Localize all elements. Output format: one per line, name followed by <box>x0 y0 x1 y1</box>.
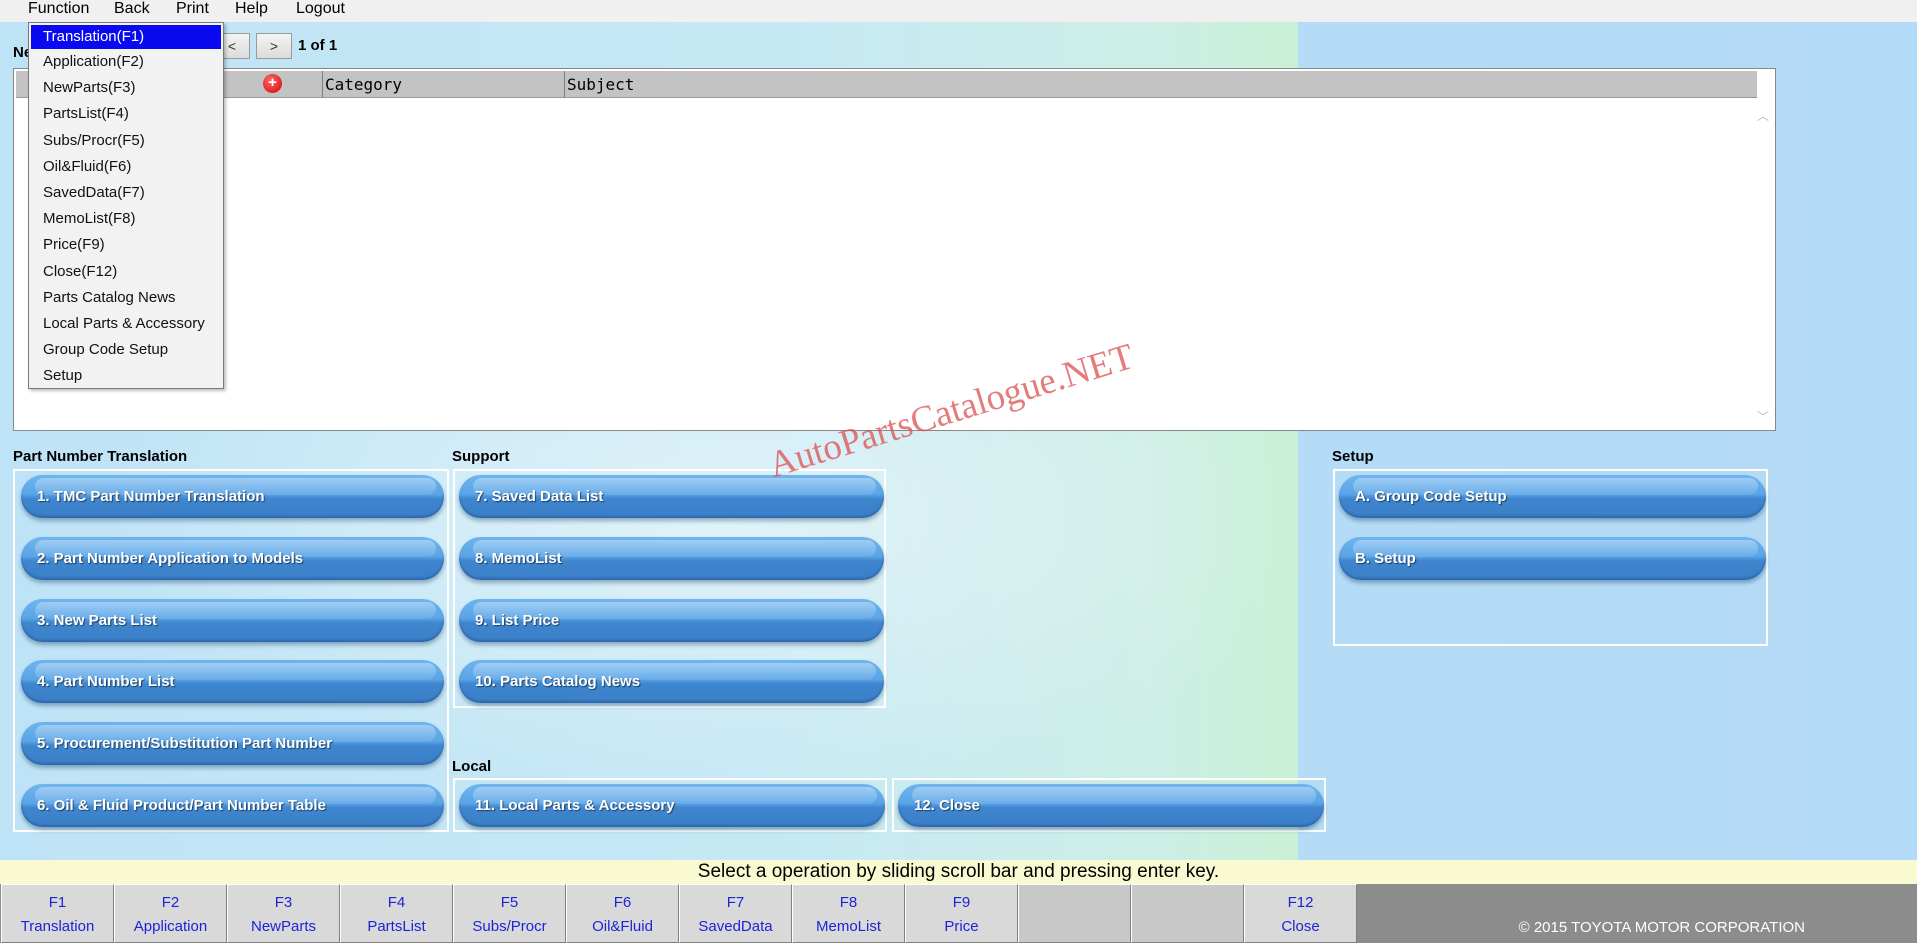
menu-item-local-parts[interactable]: Local Parts & Accessory <box>29 311 223 337</box>
memolist-button[interactable]: 8. MemoList <box>459 537 884 580</box>
fkey-f12[interactable]: F12 Close <box>1244 884 1357 943</box>
section-label-setup: Setup <box>1332 448 1374 465</box>
menu-item-group-code-setup[interactable]: Group Code Setup <box>29 337 223 363</box>
menu-item-translation[interactable]: Translation(F1) <box>31 25 221 49</box>
next-page-button[interactable]: > <box>256 33 292 59</box>
fkey-f10[interactable] <box>1018 884 1131 943</box>
local-group: 11. Local Parts & Accessory <box>453 778 887 832</box>
menu-back[interactable]: Back <box>114 0 150 22</box>
menu-print[interactable]: Print <box>176 0 209 22</box>
function-menu: Translation(F1) Application(F2) NewParts… <box>28 22 224 389</box>
menu-item-oil-fluid[interactable]: Oil&Fluid(F6) <box>29 154 223 180</box>
menu-function[interactable]: Function <box>28 0 89 22</box>
menu-item-close[interactable]: Close(F12) <box>29 259 223 285</box>
close-button[interactable]: 12. Close <box>898 784 1324 827</box>
menu-item-partslist[interactable]: PartsList(F4) <box>29 101 223 127</box>
menu-item-subs-procr[interactable]: Subs/Procr(F5) <box>29 128 223 154</box>
translation-group: 1. TMC Part Number Translation 2. Part N… <box>13 469 449 832</box>
group-code-setup-button[interactable]: A. Group Code Setup <box>1339 475 1766 518</box>
menu-help[interactable]: Help <box>235 0 268 22</box>
section-label-support: Support <box>452 448 510 465</box>
menu-item-memolist[interactable]: MemoList(F8) <box>29 206 223 232</box>
copyright: © 2015 TOYOTA MOTOR CORPORATION <box>1518 919 1805 936</box>
fkey-f6[interactable]: F6 Oil&Fluid <box>566 884 679 943</box>
oil-fluid-table-button[interactable]: 6. Oil & Fluid Product/Part Number Table <box>21 784 444 827</box>
page-indicator: 1 of 1 <box>298 37 338 54</box>
fkey-f8[interactable]: F8 MemoList <box>792 884 905 943</box>
fkey-f4[interactable]: F4 PartsList <box>340 884 453 943</box>
news-table-header: + Category Subject <box>16 71 1757 98</box>
menu-item-parts-catalog-news[interactable]: Parts Catalog News <box>29 285 223 311</box>
menu-item-newparts[interactable]: NewParts(F3) <box>29 75 223 101</box>
scroll-up-icon[interactable]: ︿ <box>1756 109 1770 123</box>
status-bar: Select a operation by sliding scroll bar… <box>0 860 1917 884</box>
scroll-down-icon[interactable]: ﹀ <box>1756 410 1770 424</box>
plus-circle-icon[interactable]: + <box>263 74 282 93</box>
column-category[interactable]: Category <box>322 71 564 98</box>
column-subject[interactable]: Subject <box>564 71 1757 98</box>
menu-item-saveddata[interactable]: SavedData(F7) <box>29 180 223 206</box>
procurement-substitution-button[interactable]: 5. Procurement/Substitution Part Number <box>21 722 444 765</box>
close-group: 12. Close <box>892 778 1326 832</box>
support-group: 7. Saved Data List 8. MemoList 9. List P… <box>453 469 886 708</box>
menu-item-setup[interactable]: Setup <box>29 363 223 389</box>
section-label-local: Local <box>452 758 492 775</box>
tmc-translation-button[interactable]: 1. TMC Part Number Translation <box>21 475 444 518</box>
fkey-f1[interactable]: F1 Translation <box>1 884 114 943</box>
part-number-list-button[interactable]: 4. Part Number List <box>21 660 444 703</box>
fkey-f5[interactable]: F5 Subs/Procr <box>453 884 566 943</box>
fkey-f9[interactable]: F9 Price <box>905 884 1018 943</box>
saved-data-list-button[interactable]: 7. Saved Data List <box>459 475 884 518</box>
local-parts-accessory-button[interactable]: 11. Local Parts & Accessory <box>459 784 885 827</box>
parts-catalog-news-button[interactable]: 10. Parts Catalog News <box>459 660 884 703</box>
fkey-f7[interactable]: F7 SavedData <box>679 884 792 943</box>
setup-button[interactable]: B. Setup <box>1339 537 1766 580</box>
setup-group: A. Group Code Setup B. Setup <box>1333 469 1768 646</box>
application-to-models-button[interactable]: 2. Part Number Application to Models <box>21 537 444 580</box>
menu-item-application[interactable]: Application(F2) <box>29 49 223 75</box>
menu-item-price[interactable]: Price(F9) <box>29 232 223 258</box>
new-parts-list-button[interactable]: 3. New Parts List <box>21 599 444 642</box>
news-table[interactable]: + Category Subject ︿ ﹀ <box>13 68 1776 431</box>
menu-logout[interactable]: Logout <box>296 0 345 22</box>
fkey-f11[interactable] <box>1131 884 1244 943</box>
menubar: Function Back Print Help Logout <box>0 0 1917 22</box>
fkey-f2[interactable]: F2 Application <box>114 884 227 943</box>
section-label-translation: Part Number Translation <box>13 448 188 465</box>
fkey-f3[interactable]: F3 NewParts <box>227 884 340 943</box>
list-price-button[interactable]: 9. List Price <box>459 599 884 642</box>
